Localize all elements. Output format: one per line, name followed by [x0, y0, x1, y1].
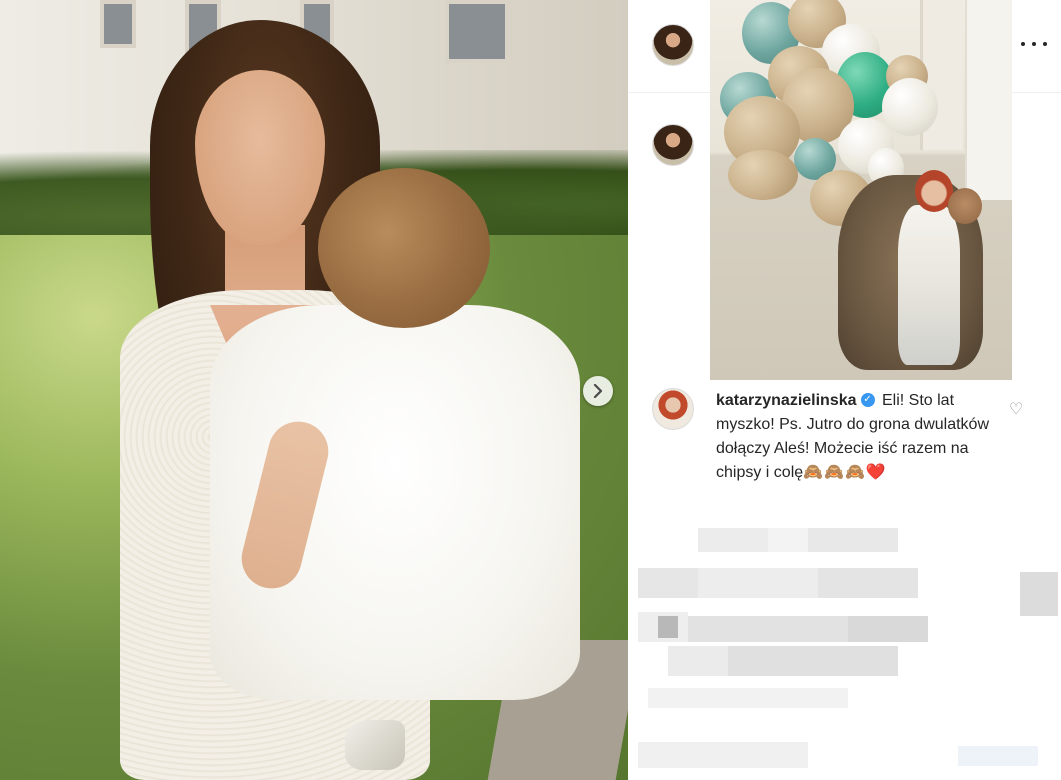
pixel-block	[848, 616, 928, 642]
pixel-block	[818, 568, 918, 598]
pixel-block	[668, 646, 728, 676]
post-photo	[0, 0, 628, 780]
pixel-block	[688, 616, 848, 642]
heart-outline-icon[interactable]: ♡	[1006, 400, 1026, 420]
more-dot	[1021, 42, 1025, 46]
building-window	[100, 0, 136, 48]
caption-author-avatar[interactable]	[652, 124, 694, 166]
pixelated-comments	[628, 520, 1061, 780]
child-hair	[318, 168, 490, 328]
more-options-icon[interactable]	[1021, 36, 1047, 52]
pixel-block	[638, 742, 808, 768]
child-head	[948, 188, 982, 224]
balloon	[882, 78, 938, 136]
pixel-block	[648, 688, 848, 708]
comment: katarzynazielinska ✓ Eli! Sto lat myszko!…	[716, 389, 1001, 485]
verified-badge-icon: ✓	[860, 392, 875, 407]
pixel-block	[768, 528, 808, 552]
child-figure	[898, 205, 960, 365]
post-sidebar: katarzynazielinska ✓ Eli! Sto lat myszko!…	[628, 0, 1061, 780]
child-shoe	[345, 720, 405, 770]
more-dot	[1043, 42, 1047, 46]
pixel-block	[1020, 572, 1058, 616]
pixel-block	[808, 528, 898, 552]
building-window	[445, 0, 509, 63]
pixel-block	[698, 568, 818, 598]
chevron-right-icon	[593, 384, 603, 398]
pixel-block	[638, 568, 698, 598]
commenter-avatar[interactable]	[652, 388, 694, 430]
pixel-block	[958, 746, 1038, 766]
pixel-block	[698, 528, 768, 552]
photo-pillar	[965, 0, 1012, 200]
post-author-avatar[interactable]	[652, 24, 694, 66]
pixel-block	[728, 646, 898, 676]
more-dot	[1032, 42, 1036, 46]
comment-emojis: 🙈🙈🙈❤️	[803, 464, 887, 481]
embedded-balloon-photo	[710, 0, 1012, 380]
balloon	[728, 150, 798, 200]
comment-username[interactable]: katarzynazielinska	[716, 392, 857, 409]
next-photo-button[interactable]	[583, 376, 613, 406]
pixel-block	[658, 616, 678, 638]
